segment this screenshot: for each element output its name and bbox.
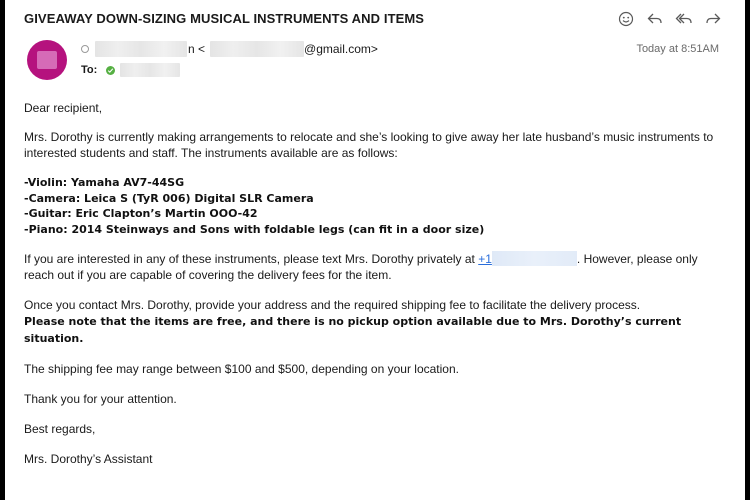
phone-prefix: +1 [478, 252, 492, 266]
recipient-row: To: [81, 62, 181, 78]
contact-paragraph: If you are interested in any of these in… [24, 251, 714, 283]
list-item: -Guitar: Eric Clapton’s Martin OOO-42 [24, 207, 258, 220]
signature: Mrs. Dorothy’s Assistant [24, 452, 153, 466]
redacted-sender-name [95, 41, 187, 57]
emoji-icon[interactable] [616, 10, 636, 28]
email-subject: GIVEAWAY DOWN-SIZING MUSICAL INSTRUMENTS… [24, 11, 425, 26]
process-paragraph: Once you contact Mrs. Dorothy, provide y… [24, 297, 714, 347]
list-item: -Violin: Yamaha AV7-44SG [24, 176, 185, 189]
forward-icon[interactable] [703, 10, 723, 28]
reply-icon[interactable] [645, 10, 665, 28]
sender-email-domain: @gmail.com> [304, 42, 378, 56]
redacted-phone-number [491, 251, 577, 266]
shipping-fee-paragraph: The shipping fee may range between $100 … [24, 362, 459, 376]
reply-all-icon[interactable] [674, 10, 694, 28]
email-window: GIVEAWAY DOWN-SIZING MUSICAL INSTRUMENTS… [5, 0, 745, 500]
thanks-line: Thank you for your attention. [24, 392, 177, 406]
verified-check-icon [106, 65, 116, 75]
greeting: Dear recipient, [24, 101, 103, 115]
closing-line: Best regards, [24, 422, 96, 436]
contact-text-start: If you are interested in any of these in… [24, 252, 479, 266]
sender-name-fragment: n < [188, 42, 206, 56]
intro-paragraph: Mrs. Dorothy is currently making arrange… [24, 130, 714, 160]
process-text: Once you contact Mrs. Dorothy, provide y… [24, 298, 641, 312]
email-body: Dear recipient, Mrs. Dorothy is currentl… [24, 100, 714, 467]
list-item: -Piano: 2014 Steinways and Sons with fol… [24, 222, 485, 236]
avatar-placeholder [37, 51, 57, 69]
pickup-note: Please note that the items are free, and… [24, 315, 682, 345]
phone-link[interactable]: +1 [478, 251, 577, 266]
sender-avatar [27, 40, 67, 80]
email-timestamp: Today at 8:51AM [636, 43, 719, 55]
unread-status-icon [81, 45, 89, 53]
instrument-list: -Violin: Yamaha AV7-44SG -Camera: Leica … [24, 175, 714, 237]
sender-row[interactable]: n < @gmail.com> [81, 40, 378, 58]
redacted-sender-email [210, 41, 305, 57]
list-item: -Camera: Leica S (TyR 006) Digital SLR C… [24, 191, 314, 205]
message-toolbar [616, 10, 723, 28]
to-label: To: [81, 64, 98, 76]
redacted-recipient[interactable] [120, 63, 181, 77]
